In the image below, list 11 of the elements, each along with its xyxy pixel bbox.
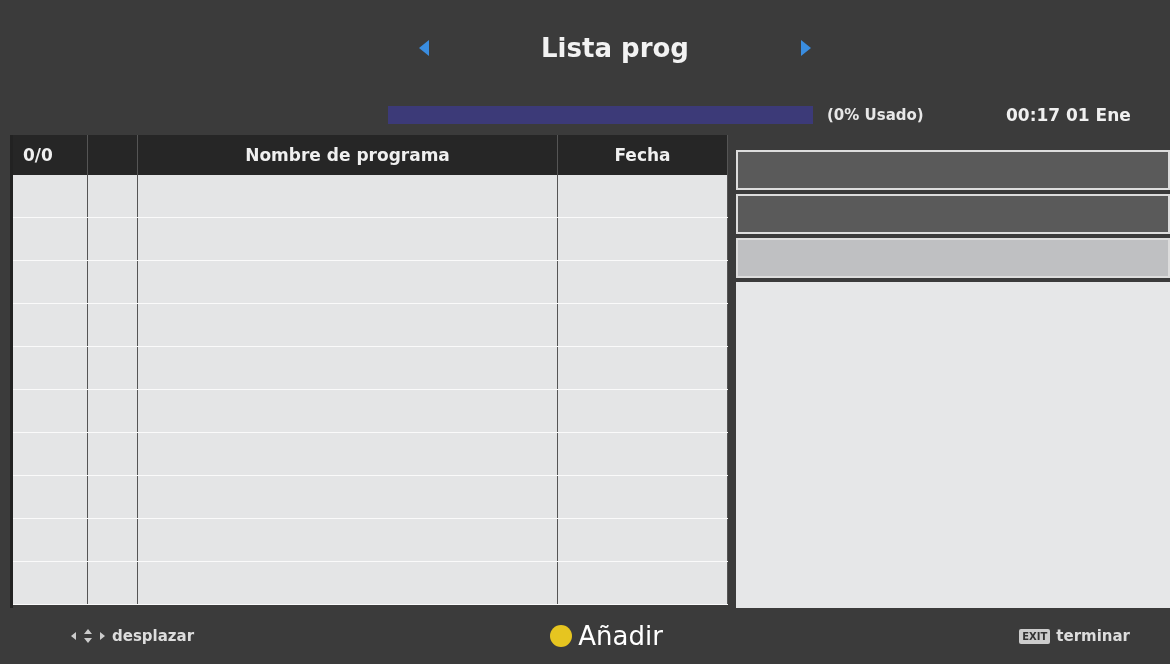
right-arrow-icon[interactable] (798, 37, 813, 58)
exit-key: EXIT (1019, 628, 1051, 644)
storage-reading: (0% Usado) (827, 106, 925, 124)
hint-label: desplazar (112, 627, 195, 645)
arrows-icon (70, 628, 106, 644)
hint-label: terminar (1056, 627, 1130, 645)
screen-title: Lista prog (541, 32, 689, 63)
color-key-dot-icon (550, 625, 573, 647)
left-arrow-icon[interactable] (417, 37, 432, 58)
clock: 00:17 01 Ene (1006, 105, 1131, 125)
hint-label: Añadir (578, 621, 663, 651)
